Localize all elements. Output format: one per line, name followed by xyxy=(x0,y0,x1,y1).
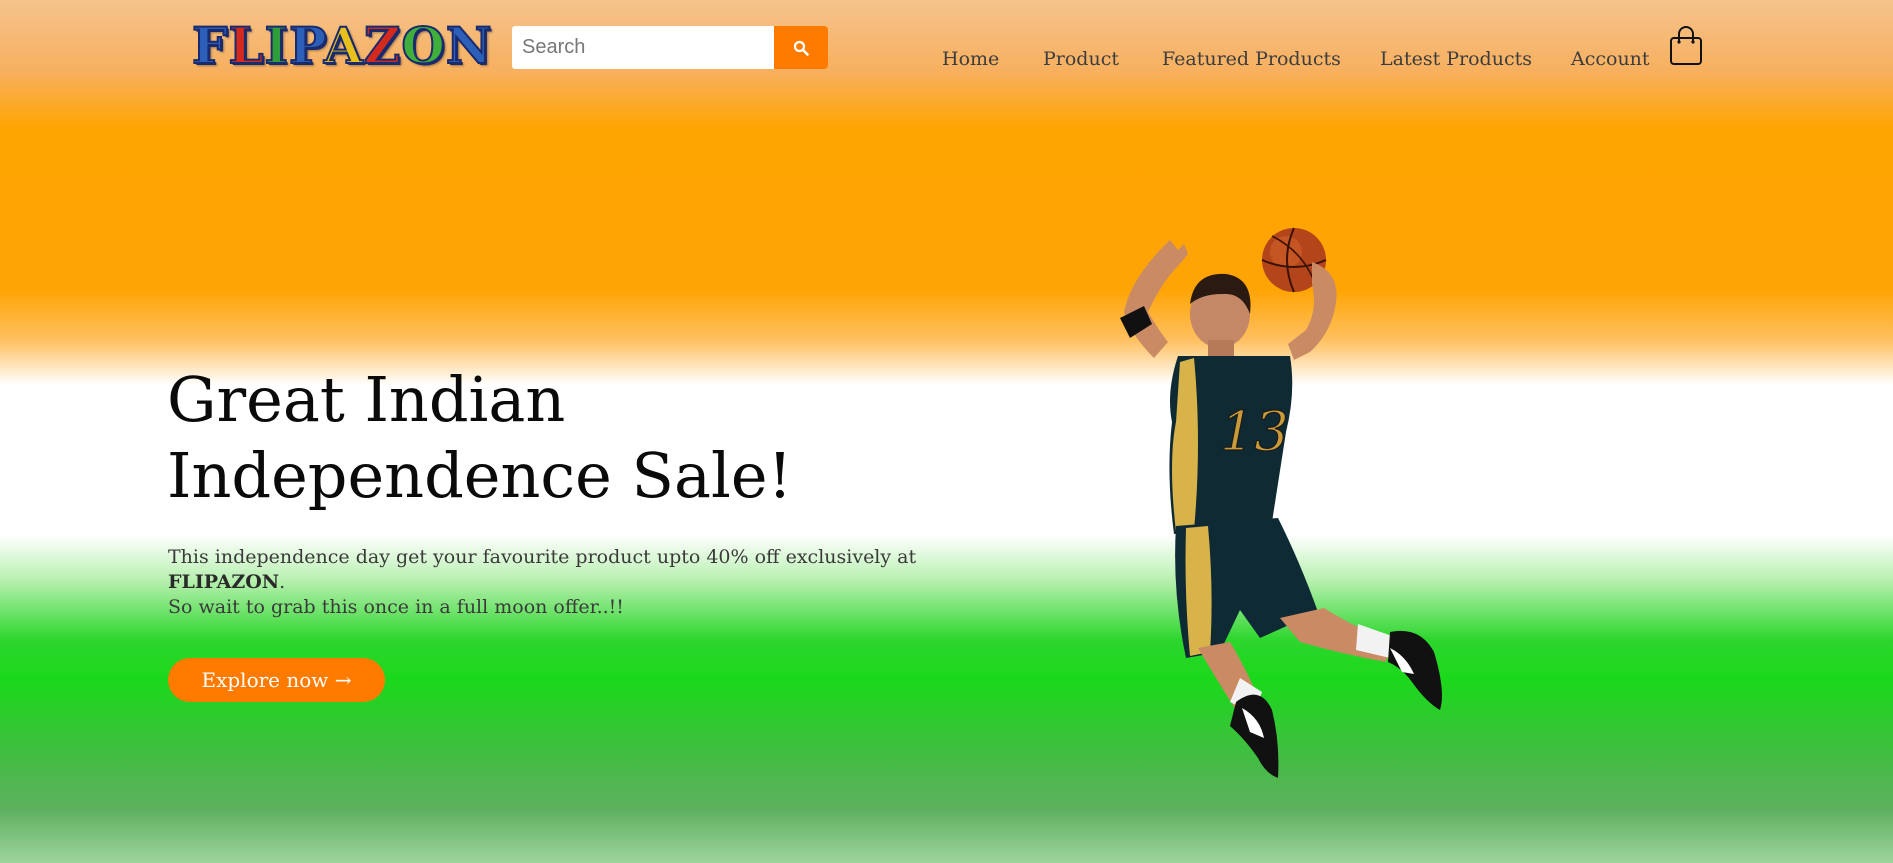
hero-title-line: Independence Sale! xyxy=(167,439,793,512)
search-button[interactable] xyxy=(774,26,828,69)
site-logo[interactable]: FLIPAZON xyxy=(191,15,493,76)
hero-description: This independence day get your favourite… xyxy=(168,545,928,620)
nav-account[interactable]: Account xyxy=(1571,44,1650,74)
hero-desc-line: This independence day get your favourite… xyxy=(168,546,917,568)
nav-home[interactable]: Home xyxy=(942,44,999,74)
search-icon xyxy=(793,40,809,56)
search-input[interactable] xyxy=(512,26,774,69)
shopping-bag-icon xyxy=(1670,26,1702,65)
logo-letter: N xyxy=(445,15,493,76)
logo-letter: I xyxy=(264,15,290,76)
logo-letter: F xyxy=(191,15,229,76)
hero-title-line: Great Indian xyxy=(167,363,566,436)
hero-desc-brand: FLIPAZON xyxy=(168,571,280,593)
logo-letter: Z xyxy=(363,15,402,76)
logo-letter: P xyxy=(288,15,325,76)
logo-letter: A xyxy=(323,15,364,76)
nav-featured-products[interactable]: Featured Products xyxy=(1162,44,1341,74)
svg-text:13: 13 xyxy=(1220,400,1289,463)
search-bar xyxy=(512,26,828,69)
logo-letter: O xyxy=(400,15,446,76)
hero-desc-brand-suffix: . xyxy=(279,571,286,593)
nav-product[interactable]: Product xyxy=(1043,44,1119,74)
nav-latest-products[interactable]: Latest Products xyxy=(1380,44,1532,74)
hero-desc-line: So wait to grab this once in a full moon… xyxy=(168,596,624,618)
logo-letter: L xyxy=(227,15,265,76)
explore-now-button[interactable]: Explore now → xyxy=(168,658,385,702)
cart-button[interactable] xyxy=(1669,26,1703,66)
hero-title: Great Indian Independence Sale! xyxy=(167,362,947,514)
hero-image-basketball-player: 13 xyxy=(1120,227,1442,778)
